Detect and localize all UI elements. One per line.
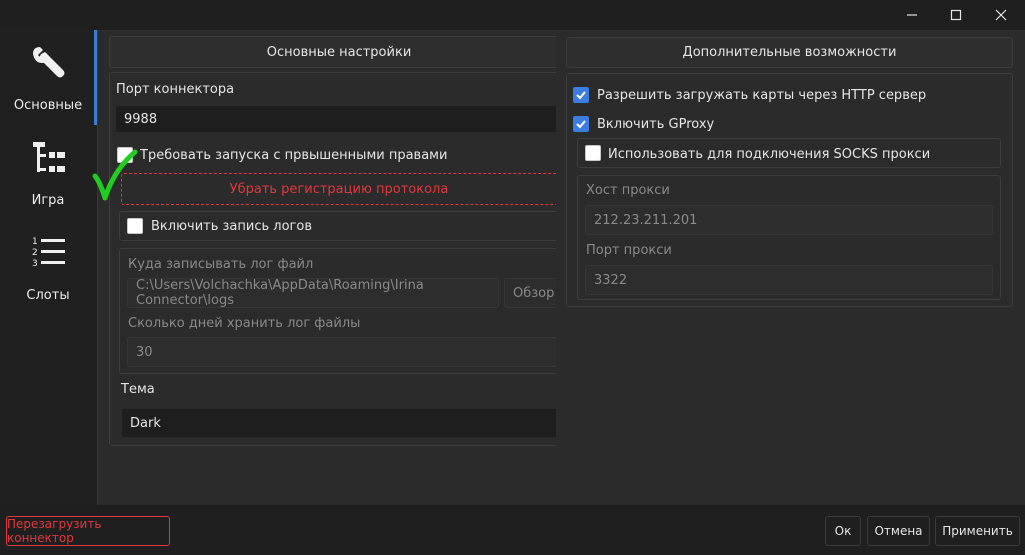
- gproxy-label: Включить GProxy: [597, 117, 715, 132]
- sidebar-item-label: Основные: [13, 98, 83, 113]
- tree-list-icon: [33, 142, 65, 172]
- sidebar-item-main[interactable]: Основные: [0, 30, 96, 125]
- maximize-icon: [950, 9, 962, 21]
- port-label: Порт коннектора: [116, 82, 235, 97]
- sidebar: Основные Игра 1 2 3 Слоты: [0, 30, 96, 505]
- check-icon: [576, 120, 586, 129]
- sidebar-item-slots[interactable]: 1 2 3 Слоты: [0, 220, 96, 315]
- minimize-icon: [907, 14, 917, 16]
- sidebar-item-label: Игра: [31, 193, 65, 208]
- log-path-label: Куда записывать лог файл: [128, 257, 314, 272]
- wrench-icon: [33, 47, 65, 78]
- socks-label: Использовать для подключения SOCKS прокс…: [608, 147, 931, 162]
- log-path-input[interactable]: C:\Users\Volchachka\AppData\Roaming\Irin…: [127, 278, 499, 308]
- close-icon: [995, 9, 1007, 21]
- sidebar-item-game[interactable]: Игра: [0, 125, 96, 220]
- allow-http-checkbox[interactable]: [573, 87, 589, 103]
- close-button[interactable]: [978, 0, 1024, 30]
- restart-connector-button[interactable]: Перезагрузить коннектор: [6, 516, 170, 546]
- proxy-host-input[interactable]: 212.23.211.201: [585, 205, 993, 235]
- main-settings-panel: Основные настройки Порт коннектора 9988 …: [109, 36, 556, 446]
- cancel-button[interactable]: Отмена: [867, 516, 930, 546]
- theme-select[interactable]: Dark: [121, 408, 556, 438]
- enable-logs-checkbox[interactable]: [127, 218, 143, 234]
- check-icon: [576, 91, 586, 100]
- numbered-list-icon: 1 2 3: [32, 237, 65, 269]
- require-admin-label: Требовать запуска с првышенными правами: [140, 148, 448, 163]
- extra-features-header: Дополнительные возможности: [566, 37, 1013, 68]
- ok-button[interactable]: Ок: [825, 516, 861, 546]
- unregister-protocol-button[interactable]: Убрать регистрацию протокола: [121, 173, 556, 205]
- maximize-button[interactable]: [933, 0, 979, 30]
- gproxy-checkbox[interactable]: [573, 116, 589, 132]
- svg-text:1: 1: [32, 237, 38, 247]
- allow-http-label: Разрешить загружать карты через HTTP сер…: [597, 88, 927, 103]
- theme-label: Тема: [121, 382, 155, 397]
- title-bar: [0, 0, 1025, 30]
- socks-checkbox[interactable]: [585, 145, 601, 161]
- proxy-host-label: Хост прокси: [586, 183, 670, 198]
- enable-logs-label: Включить запись логов: [151, 219, 312, 234]
- sidebar-item-label: Слоты: [26, 288, 70, 303]
- svg-text:2: 2: [32, 248, 38, 258]
- main-settings-header: Основные настройки: [109, 36, 556, 68]
- port-input[interactable]: 9988: [115, 105, 556, 133]
- proxy-port-input[interactable]: 3322: [585, 265, 993, 295]
- proxy-port-label: Порт прокси: [586, 243, 672, 258]
- browse-button[interactable]: Обзор: [504, 278, 556, 308]
- checkmark-icon: [92, 149, 138, 201]
- apply-button[interactable]: Применить: [935, 516, 1020, 546]
- minimize-button[interactable]: [889, 0, 935, 30]
- svg-text:3: 3: [32, 259, 38, 269]
- log-days-input[interactable]: 30: [127, 337, 556, 367]
- log-days-label: Сколько дней хранить лог файлы: [128, 316, 361, 331]
